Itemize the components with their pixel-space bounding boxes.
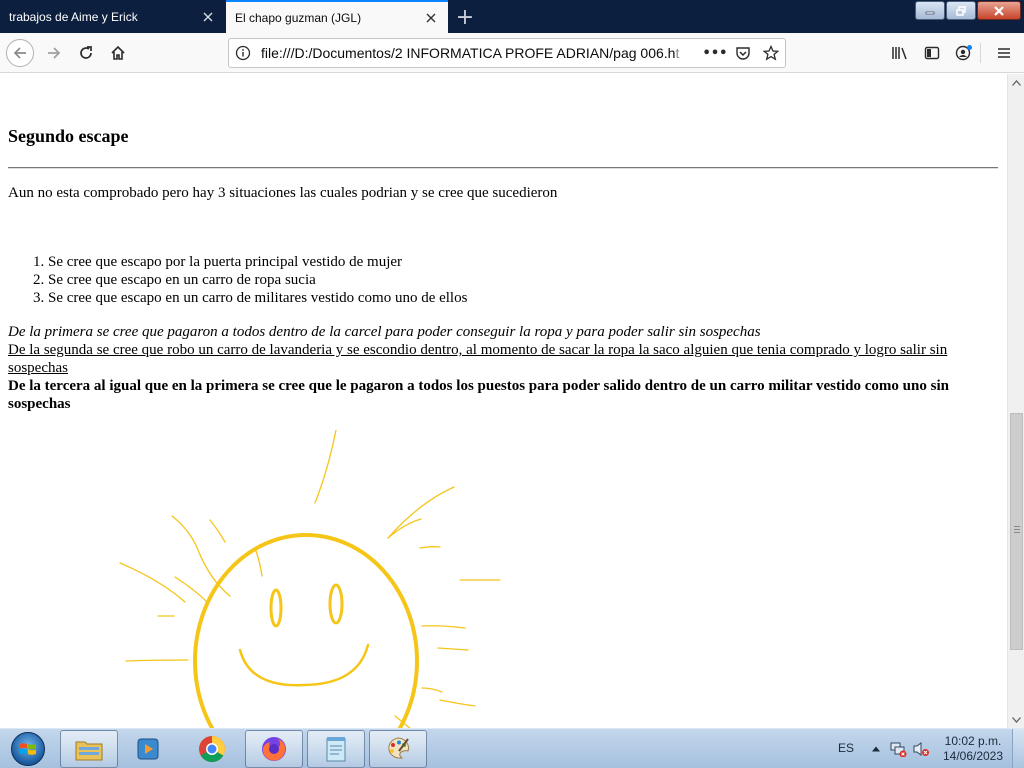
tab-trabajos[interactable]: trabajos de Aime y Erick [0,0,225,33]
sun-smile [238,643,370,687]
taskbar-firefox[interactable] [245,730,303,768]
show-desktop-button[interactable] [1012,729,1024,768]
star-icon [763,45,779,61]
sidebar-icon [924,46,940,60]
account-button[interactable] [950,39,978,67]
home-icon [111,45,125,60]
folder-icon [75,741,103,761]
pocket-button[interactable] [729,45,757,61]
home-button[interactable] [104,39,132,67]
sun-drawing [119,430,501,728]
restore-button[interactable] [946,1,976,20]
tab-label: trabajos de Aime y Erick [9,9,138,24]
vertical-scrollbar[interactable] [1007,74,1024,728]
tab-label: El chapo guzman (JGL) [235,10,362,25]
library-icon [892,47,907,60]
toolbar-separator [980,43,981,63]
explanation-block: De la primera se cree que pagaron a todo… [8,323,998,413]
tab-close-icon[interactable] [423,10,439,26]
url-text[interactable]: file:///D:/Documentos/2 INFORMATICA PROF… [257,45,701,61]
taskbar-file-explorer[interactable] [60,730,118,768]
notepad-icon [326,737,346,762]
minimize-button[interactable] [915,1,945,20]
chevron-up-icon [1012,79,1021,86]
caret-up-icon [872,746,880,752]
language-indicator[interactable]: ES [838,741,854,755]
italic-paragraph: De la primera se cree que pagaron a todo… [8,324,761,340]
minimize-icon [925,11,935,14]
sun-left-eye [269,588,283,628]
paint-palette-icon [388,737,409,759]
page-heading: Segundo escape [8,126,129,146]
tab-close-icon[interactable] [200,9,216,25]
bold-paragraph: De la tercera al igual que en la primera… [8,378,949,412]
sun-right-eye [328,583,344,625]
taskbar-chrome[interactable] [183,730,241,768]
scroll-grip-icon [1014,526,1020,533]
account-icon [955,45,972,61]
firefox-icon [262,737,286,761]
system-tray: ES 10:02 p.m. 14/06/2023 [824,729,1024,768]
reload-icon [80,46,92,59]
windows-logo-icon [11,732,45,766]
back-button[interactable] [6,39,34,67]
forward-button[interactable] [40,39,68,67]
taskbar-notepad[interactable] [307,730,365,768]
horizontal-rule [8,167,998,169]
chevron-down-icon [1012,716,1021,723]
list-item: Se cree que escapo en un carro de milita… [48,289,467,307]
pocket-icon [736,47,750,60]
new-tab-button[interactable]: + [452,4,478,30]
address-bar[interactable]: file:///D:/Documentos/2 INFORMATICA PROF… [228,38,786,68]
site-info-icon[interactable] [229,45,257,61]
scroll-up-button[interactable] [1008,74,1024,91]
clock-date: 14/06/2023 [942,749,1004,763]
page-content: Segundo escape Aun no esta comprobado pe… [0,74,1007,728]
underlined-paragraph: De la segunda se cree que robo un carro … [8,342,948,376]
reload-button[interactable] [72,39,100,67]
window-controls [914,1,1021,20]
list-item: Se cree que escapo por la puerta princip… [48,253,467,271]
more-dots-icon: ••• [702,45,728,61]
scroll-thumb[interactable] [1010,413,1023,650]
arrow-left-icon [13,47,26,59]
situations-list: Se cree que escapo por la puerta princip… [48,253,467,307]
windows-taskbar: ES 10:02 p.m. 14/06/2023 [0,728,1024,768]
clock[interactable]: 10:02 p.m. 14/06/2023 [936,734,1010,764]
tab-strip: trabajos de Aime y Erick El chapo guzman… [0,0,1024,33]
sidebar-button[interactable] [918,39,946,67]
arrow-right-icon [48,47,61,59]
restore-icon [956,5,966,16]
taskbar-paint[interactable] [369,730,427,768]
hamburger-menu-icon [998,48,1010,58]
url-faded: t [675,45,680,61]
network-icon[interactable] [889,741,907,758]
taskbar-media-player[interactable] [119,730,177,768]
volume-muted-icon[interactable] [912,741,930,757]
clock-time: 10:02 p.m. [944,734,1002,748]
scroll-down-button[interactable] [1008,711,1024,728]
media-player-icon [137,738,159,760]
menu-button[interactable] [990,39,1018,67]
show-hidden-icons-button[interactable] [868,741,884,757]
library-button[interactable] [886,39,914,67]
url-main: file:///D:/Documentos/2 INFORMATICA PROF… [261,45,676,61]
navigation-toolbar: file:///D:/Documentos/2 INFORMATICA PROF… [0,33,1024,73]
sun-face [193,533,419,728]
start-button[interactable] [4,730,52,768]
tab-el-chapo[interactable]: El chapo guzman (JGL) [226,0,448,33]
close-window-button[interactable] [977,1,1021,20]
intro-paragraph: Aun no esta comprobado pero hay 3 situac… [8,185,558,201]
list-item: Se cree que escapo en un carro de ropa s… [48,271,467,289]
sun-rays [119,430,501,728]
page-actions-button[interactable]: ••• [701,46,729,61]
chrome-icon [199,736,226,763]
bookmark-star-button[interactable] [757,45,785,61]
close-icon [994,5,1004,16]
